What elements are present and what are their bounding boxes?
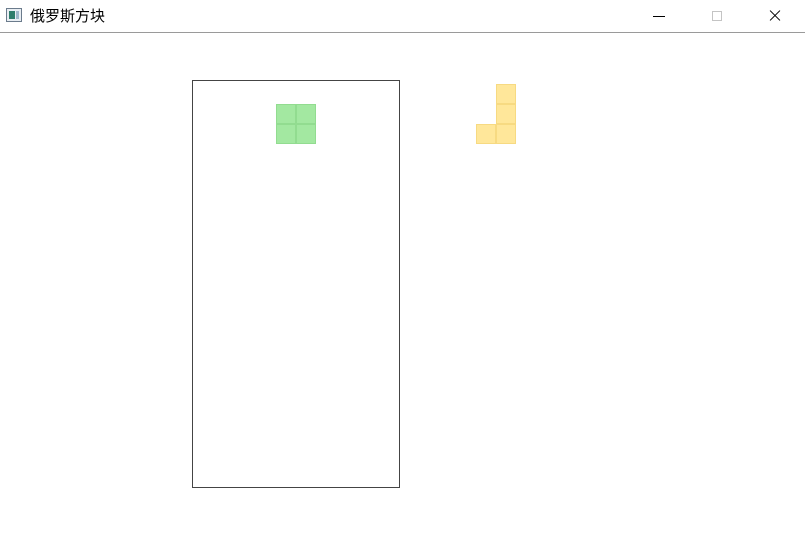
app-window-icon (6, 8, 22, 22)
close-button[interactable] (752, 0, 798, 32)
minimize-button[interactable] (636, 0, 682, 32)
maximize-icon (712, 11, 722, 21)
close-icon (768, 9, 782, 23)
piece-block (276, 124, 296, 144)
minimize-icon (653, 15, 665, 17)
maximize-button[interactable] (694, 0, 740, 32)
piece-block (496, 124, 516, 144)
title-bar: 俄罗斯方块 (0, 0, 805, 33)
piece-block (296, 124, 316, 144)
piece-block (276, 104, 296, 124)
piece-block (496, 84, 516, 104)
window-title: 俄罗斯方块 (30, 7, 106, 25)
piece-block (476, 124, 496, 144)
piece-block (496, 104, 516, 124)
piece-block (296, 104, 316, 124)
